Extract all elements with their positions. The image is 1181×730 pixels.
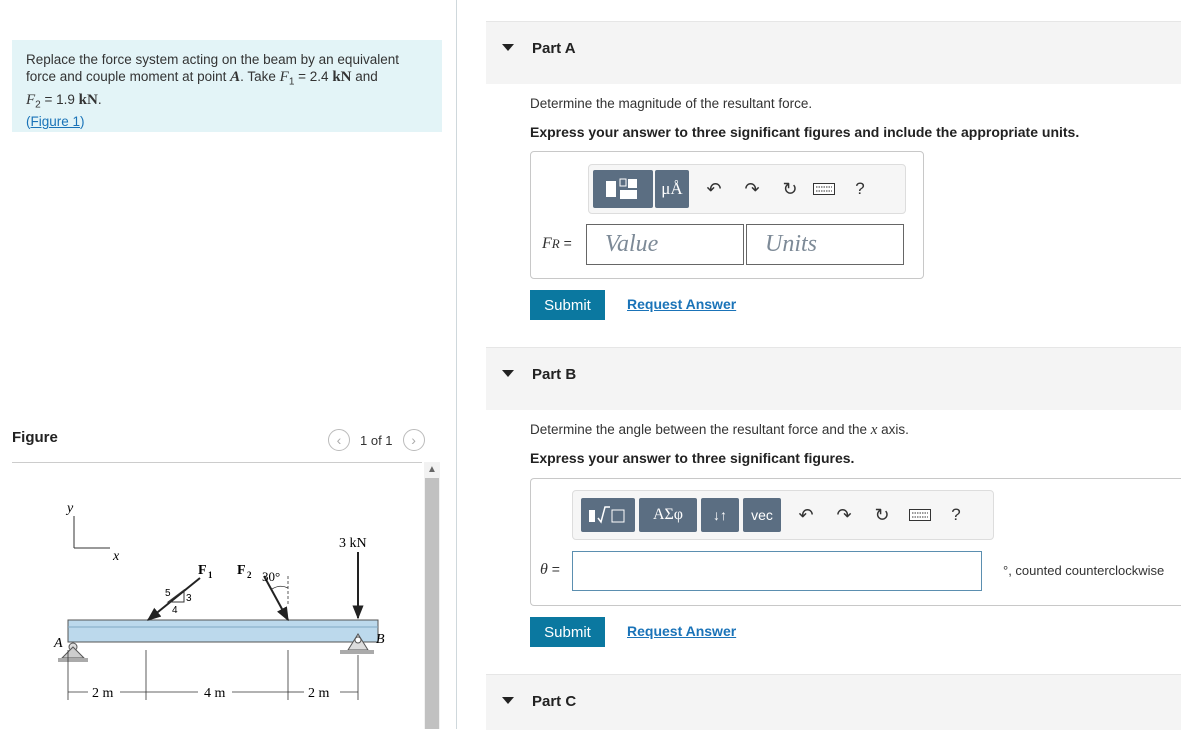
redo-icon[interactable]: ↷ <box>737 179 767 200</box>
svg-text:5: 5 <box>165 588 171 599</box>
left-panel: Replace the force system acting on the b… <box>0 0 456 729</box>
problem-line-2: force and couple moment at point A. Take… <box>26 69 378 88</box>
part-b-submit-button[interactable]: Submit <box>530 617 605 647</box>
dim-label-1: 2 m <box>92 686 114 701</box>
collapse-triangle-icon[interactable] <box>502 697 514 704</box>
scroll-up-icon[interactable]: ▲ <box>424 462 440 478</box>
panel-divider <box>456 0 457 729</box>
point-a-label: A <box>53 636 63 651</box>
part-b-question: Determine the angle between the resultan… <box>530 422 909 438</box>
reset-icon[interactable]: ↻ <box>867 505 897 526</box>
part-a-question: Determine the magnitude of the resultant… <box>530 96 813 111</box>
keyboard-icon[interactable] <box>905 509 935 521</box>
part-c-header[interactable]: Part C <box>486 674 1181 730</box>
load-label: 3 kN <box>339 536 367 551</box>
reset-icon[interactable]: ↻ <box>775 179 805 200</box>
fr-label: FR = <box>542 235 572 252</box>
part-b-request-answer-link[interactable]: Request Answer <box>627 623 736 639</box>
subscript-button[interactable]: ↓↑ <box>701 498 739 532</box>
greek-symbols-button[interactable]: ΑΣφ <box>639 498 697 532</box>
part-c-label: Part C <box>532 693 577 710</box>
help-icon[interactable]: ? <box>845 179 875 199</box>
undo-icon[interactable]: ↶ <box>699 179 729 200</box>
part-b-header[interactable]: Part B <box>486 347 1181 410</box>
svg-text:3: 3 <box>186 593 192 604</box>
figure-title: Figure <box>12 429 58 446</box>
templates-icon[interactable] <box>581 498 635 532</box>
problem-line-3: F2 = 1.9 kN. <box>26 91 102 111</box>
figure-link[interactable]: Figure 1 <box>31 114 81 129</box>
collapse-triangle-icon[interactable] <box>502 44 514 51</box>
part-a-label: Part A <box>532 40 576 57</box>
scrollbar-thumb[interactable] <box>425 478 439 729</box>
help-icon[interactable]: ? <box>941 505 971 525</box>
part-a-request-answer-link[interactable]: Request Answer <box>627 296 736 312</box>
point-a: A <box>230 69 241 85</box>
beam <box>67 619 379 643</box>
problem-statement: Replace the force system acting on the b… <box>12 40 442 132</box>
dim-label-2: 4 m <box>204 686 226 701</box>
svg-text:4: 4 <box>172 605 178 616</box>
figure-divider <box>12 462 422 463</box>
x-axis-label: x <box>112 549 120 564</box>
angle-input[interactable] <box>572 551 982 591</box>
figure-pager: ‹ 1 of 1 › <box>328 428 425 452</box>
beam-diagram: y x A B F 1 5 3 4 F 2 30° 3 kN 2 m 4 m 2… <box>53 501 385 701</box>
figure-link-line: (Figure 1) <box>26 114 85 130</box>
pager-text: 1 of 1 <box>360 432 393 448</box>
angle-label: 30° <box>262 569 280 584</box>
f2-sub: 2 <box>247 570 252 580</box>
point-b-label: B <box>376 632 385 647</box>
f1-sub: 1 <box>208 570 213 580</box>
axes-icon: y x <box>65 501 120 564</box>
part-b-toolbar: ΑΣφ ↓↑ vec ↶ ↷ ↻ ? <box>572 490 994 540</box>
part-a-toolbar: μÅ ↶ ↷ ↻ ? <box>588 164 906 214</box>
angle-suffix: °, counted counterclockwise <box>1003 563 1165 578</box>
units-button[interactable]: μÅ <box>655 170 689 208</box>
f1-label: F <box>198 563 207 578</box>
chevron-right-icon[interactable]: › <box>402 429 425 451</box>
part-b-label: Part B <box>532 366 577 383</box>
part-a-submit-button[interactable]: Submit <box>530 290 605 320</box>
value-input[interactable]: Value <box>586 224 744 265</box>
keyboard-icon[interactable] <box>809 183 839 195</box>
problem-line-1: Replace the force system acting on the b… <box>26 52 399 67</box>
y-axis-label: y <box>65 501 74 516</box>
part-a-instruction: Express your answer to three significant… <box>530 124 1080 140</box>
part-b-instruction: Express your answer to three significant… <box>530 450 855 466</box>
chevron-left-icon[interactable]: ‹ <box>328 429 350 451</box>
collapse-triangle-icon[interactable] <box>502 370 514 377</box>
templates-icon[interactable] <box>593 170 653 208</box>
part-a-header[interactable]: Part A <box>486 21 1181 84</box>
vector-button[interactable]: vec <box>743 498 781 532</box>
f2-label: F <box>237 563 246 578</box>
units-input[interactable]: Units <box>746 224 904 265</box>
undo-icon[interactable]: ↶ <box>791 505 821 526</box>
dim-label-3: 2 m <box>308 686 330 701</box>
slope-triangle: 5 3 4 <box>165 588 192 616</box>
redo-icon[interactable]: ↷ <box>829 505 859 526</box>
theta-label: θ = <box>540 561 560 578</box>
